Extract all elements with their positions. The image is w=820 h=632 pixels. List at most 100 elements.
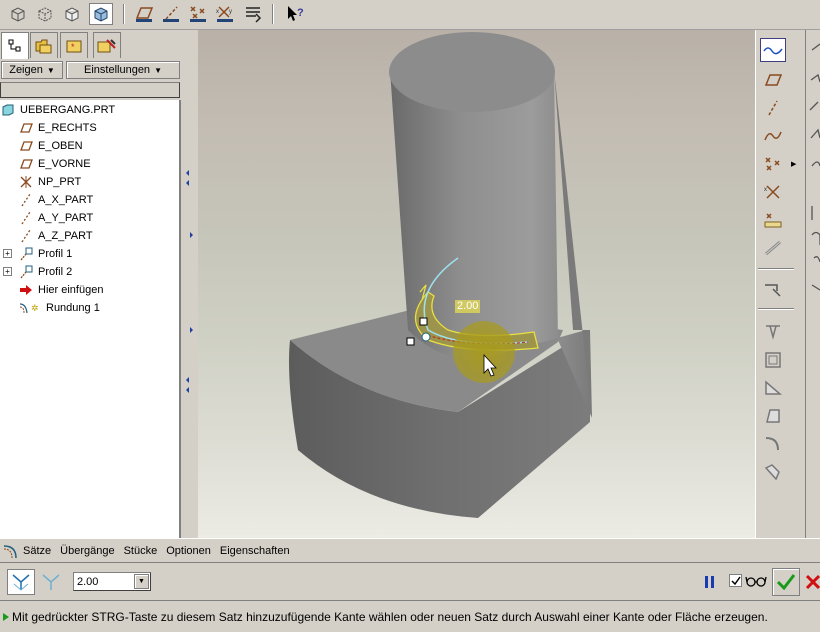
svg-text:✲: ✲: [31, 303, 39, 313]
svg-text:x: x: [764, 187, 767, 193]
tab-properties[interactable]: Eigenschaften: [220, 545, 290, 557]
message-arrow-icon: [3, 612, 9, 621]
insert-here-arrow-icon: [18, 282, 34, 298]
svg-text:?: ?: [297, 7, 304, 19]
tree-item[interactable]: E_RECHTS: [18, 119, 97, 137]
set-mode-button[interactable]: [7, 569, 35, 595]
analysis-tool-icon[interactable]: [760, 208, 786, 232]
tab-transitions[interactable]: Übergänge: [60, 545, 114, 557]
svg-text:x: x: [216, 9, 219, 15]
message-area: Mit gedrückter STRG-Taste zu diesem Satz…: [0, 600, 820, 632]
shading-icon[interactable]: [89, 3, 113, 25]
round-tool-icon[interactable]: [760, 432, 786, 456]
tree-item[interactable]: A_Z_PART: [18, 227, 93, 245]
pause-button[interactable]: [702, 573, 718, 591]
tree-item-label: UEBERGANG.PRT: [20, 104, 116, 116]
graphics-window[interactable]: 2.00: [198, 30, 755, 538]
datum-point-tool-icon[interactable]: [760, 152, 786, 176]
context-help-icon[interactable]: ?: [283, 3, 307, 25]
drag-handle[interactable]: [419, 317, 428, 326]
secondary-toolbar: [805, 30, 820, 538]
status-message: Mit gedrückter STRG-Taste zu diesem Satz…: [12, 609, 768, 624]
datum-plane-icon: [18, 120, 34, 136]
show-menu[interactable]: Zeigen ▼: [1, 61, 63, 79]
main-toolbar: xy ?: [0, 0, 820, 30]
datum-axis-icon: [18, 210, 34, 226]
coordinate-system-tool-icon[interactable]: x: [760, 180, 786, 204]
tree-item[interactable]: ✲ Rundung 1: [18, 299, 100, 317]
datum-axis-icon: [18, 228, 34, 244]
expand-toggle[interactable]: +: [3, 267, 12, 276]
svg-text:*: *: [71, 42, 75, 52]
model-tree-tab[interactable]: [1, 32, 29, 59]
datum-graph-icon[interactable]: [760, 236, 786, 260]
sketch-tool-icon[interactable]: [760, 278, 786, 302]
close-icon: [805, 574, 820, 590]
expand-toggle[interactable]: +: [3, 249, 12, 258]
dashboard-tabs: Sätze Übergänge Stücke Optionen Eigensch…: [0, 538, 820, 562]
settings-menu-label: Einstellungen: [84, 64, 151, 76]
hole-tool-icon[interactable]: [760, 320, 786, 344]
tree-item[interactable]: A_Y_PART: [18, 209, 93, 227]
coordinate-system-icon: [18, 174, 34, 190]
navigator-panel: * Zeigen ▼ Einstellungen ▼ UEBERGANG.PRT E…: [0, 30, 184, 538]
tab-sets[interactable]: Sätze: [23, 545, 51, 557]
panel-splitter[interactable]: [184, 30, 198, 538]
wireframe-icon[interactable]: [6, 3, 30, 25]
datum-axes-icon[interactable]: [159, 3, 183, 25]
chevron-down-icon[interactable]: ▼: [134, 574, 149, 589]
folder-browser-tab[interactable]: [30, 32, 58, 58]
radius-value: 2.00: [77, 575, 99, 588]
verify-glasses-icon[interactable]: [744, 572, 768, 590]
radius-input[interactable]: 2.00 ▼: [73, 572, 151, 591]
preview-checkbox[interactable]: [729, 574, 742, 587]
rib-tool-icon[interactable]: [760, 376, 786, 400]
hidden-line-icon[interactable]: [33, 3, 57, 25]
drag-handle[interactable]: [406, 337, 415, 346]
tree-item[interactable]: E_OBEN: [18, 137, 83, 155]
datum-display-icon[interactable]: [760, 38, 786, 62]
tree-item-label: Profil 2: [38, 266, 73, 278]
tree-item-label: A_Z_PART: [38, 230, 93, 242]
tree-item[interactable]: Profil 1: [18, 245, 72, 263]
confirm-button[interactable]: [772, 568, 800, 596]
checkmark-icon: [776, 574, 796, 591]
connections-tab[interactable]: [93, 32, 121, 58]
favorites-tab[interactable]: *: [60, 32, 88, 58]
flyout-arrow-icon[interactable]: ▶: [791, 160, 796, 168]
draft-tool-icon[interactable]: [760, 404, 786, 428]
round-feature-icon: [2, 543, 20, 559]
tree-item[interactable]: NP_PRT: [18, 173, 81, 191]
tree-item-label: E_RECHTS: [38, 122, 97, 134]
cancel-button[interactable]: [804, 568, 820, 596]
tree-item-insert-here[interactable]: Hier einfügen: [18, 281, 103, 299]
tree-filter-field[interactable]: [0, 82, 180, 98]
datum-plane-icon: [18, 156, 34, 172]
datum-planes-icon[interactable]: [132, 3, 156, 25]
shell-tool-icon[interactable]: [760, 348, 786, 372]
no-hidden-icon[interactable]: [60, 3, 84, 25]
radius-dimension-label[interactable]: 2.00: [455, 300, 481, 313]
tree-item[interactable]: E_VORNE: [18, 155, 91, 173]
tree-item[interactable]: Profil 2: [18, 263, 72, 281]
tree-item-label: E_VORNE: [38, 158, 91, 170]
datum-points-icon[interactable]: [186, 3, 210, 25]
tab-pieces[interactable]: Stücke: [124, 545, 158, 557]
coordinate-systems-icon[interactable]: xy: [213, 3, 237, 25]
tree-item-label: Hier einfügen: [38, 284, 104, 296]
datum-curve-tool-icon[interactable]: [760, 124, 786, 148]
datum-axis-tool-icon[interactable]: [760, 96, 786, 120]
tab-options[interactable]: Optionen: [166, 545, 211, 557]
tree-item-label: A_X_PART: [38, 194, 94, 206]
datum-plane-tool-icon[interactable]: [760, 68, 786, 92]
sketch-icon: [18, 264, 34, 280]
chamfer-tool-icon[interactable]: [760, 460, 786, 484]
tree-item-part[interactable]: UEBERGANG.PRT: [0, 101, 115, 119]
model-geometry[interactable]: [289, 32, 592, 518]
spin-center-icon[interactable]: [241, 3, 265, 25]
pause-icon: [705, 576, 714, 588]
tree-item[interactable]: A_X_PART: [18, 191, 93, 209]
settings-menu[interactable]: Einstellungen ▼: [66, 61, 180, 79]
transition-mode-button[interactable]: [38, 569, 64, 595]
tree-item-label: NP_PRT: [38, 176, 82, 188]
